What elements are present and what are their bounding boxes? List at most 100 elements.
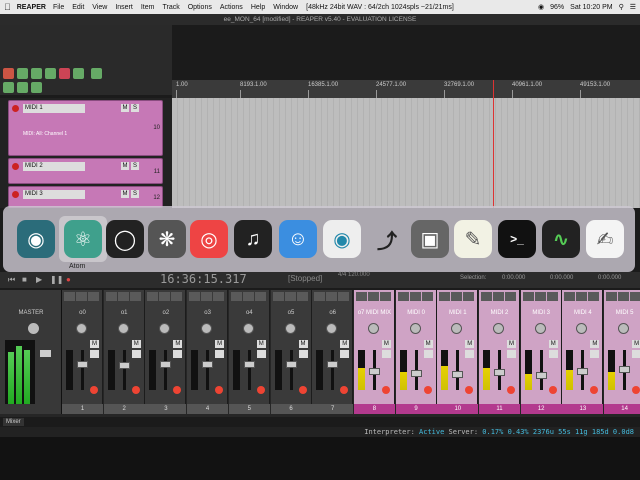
volume-fader[interactable]: [327, 361, 339, 369]
mixer-strip[interactable]: MIDI 0 M 9: [395, 290, 437, 414]
record-icon[interactable]: ●: [66, 275, 71, 284]
pan-knob[interactable]: [493, 323, 504, 334]
io-icon[interactable]: [588, 292, 600, 301]
piano-icon[interactable]: ♫: [234, 220, 272, 258]
volume-fader[interactable]: [243, 361, 255, 369]
solo-button[interactable]: [173, 350, 183, 358]
fx-icon[interactable]: [189, 292, 201, 301]
io-icon[interactable]: [505, 292, 516, 301]
selection-length[interactable]: 0:00.000: [598, 275, 621, 281]
new-icon[interactable]: [3, 68, 14, 79]
solo-button[interactable]: [131, 350, 141, 358]
textedit-icon[interactable]: ✍: [586, 220, 624, 258]
pan-knob[interactable]: [76, 323, 87, 334]
routing-icon[interactable]: [201, 292, 213, 301]
app-menu[interactable]: REAPER: [17, 4, 46, 11]
routing-buttons[interactable]: [522, 292, 558, 301]
record-arm-icon[interactable]: [173, 386, 182, 394]
routing-buttons[interactable]: [314, 292, 350, 301]
master-fader[interactable]: [40, 350, 51, 357]
routing-buttons[interactable]: [64, 292, 99, 301]
menubar-clock[interactable]: Sat 10:20 PM: [570, 4, 612, 11]
fx-icon[interactable]: [564, 292, 576, 301]
routing-icon[interactable]: [242, 292, 254, 301]
snap-icon[interactable]: [73, 68, 84, 79]
record-arm-icon[interactable]: [12, 163, 19, 170]
cable-icon[interactable]: ⤴: [368, 220, 406, 258]
reaper64-icon[interactable]: ◉: [323, 220, 361, 258]
volume-fader[interactable]: [160, 361, 172, 369]
mute-button[interactable]: M: [340, 340, 350, 348]
mixer-strip[interactable]: o7 MIDI MIX M 8: [353, 290, 395, 414]
io-icon[interactable]: [379, 292, 391, 301]
track-name[interactable]: MIDI 3: [23, 190, 85, 199]
tempo-display[interactable]: 4/4 120.000: [338, 272, 370, 278]
mixer-strip[interactable]: MIDI 3 M 12: [520, 290, 562, 414]
fx-icon[interactable]: [105, 292, 117, 301]
mute-button[interactable]: M: [507, 340, 516, 348]
arrange-view[interactable]: [172, 98, 640, 208]
track-name[interactable]: MIDI 2: [23, 162, 85, 171]
pan-knob[interactable]: [159, 323, 171, 334]
routing-buttons[interactable]: [355, 292, 391, 301]
menu-actions[interactable]: Actions: [220, 4, 243, 11]
routing-icon[interactable]: [534, 292, 546, 301]
menu-list-icon[interactable]: ☰: [630, 3, 636, 11]
pan-knob[interactable]: [451, 323, 463, 334]
menu-options[interactable]: Options: [188, 4, 212, 11]
reaper-icon[interactable]: ◉: [17, 220, 55, 258]
routing-icon[interactable]: [117, 292, 129, 301]
routing-buttons[interactable]: [272, 292, 308, 301]
mixer-strip[interactable]: MIDI 4 M 13: [562, 290, 604, 414]
menu-file[interactable]: File: [53, 4, 64, 11]
volume-fader[interactable]: [619, 366, 631, 373]
mixer-strip[interactable]: MIDI 2 M 11: [479, 290, 520, 414]
io-icon[interactable]: [171, 292, 183, 301]
track-name[interactable]: MIDI 1: [23, 104, 85, 113]
pan-knob[interactable]: [367, 323, 379, 334]
routing-icon[interactable]: [284, 292, 296, 301]
volume-fader[interactable]: [494, 369, 505, 377]
io-icon[interactable]: [254, 292, 266, 301]
pan-knob[interactable]: [284, 323, 296, 334]
lock-icon[interactable]: [17, 82, 28, 93]
routing-icon[interactable]: [76, 292, 87, 301]
io-icon[interactable]: [421, 292, 433, 301]
volume-fader[interactable]: [285, 361, 297, 369]
menu-insert[interactable]: Insert: [115, 4, 133, 11]
pause-icon[interactable]: ❚❚: [50, 275, 63, 284]
record-arm-icon[interactable]: [507, 386, 515, 394]
menu-window[interactable]: Window: [273, 4, 298, 11]
record-arm-icon[interactable]: [131, 386, 140, 394]
volume-fader[interactable]: [368, 368, 380, 375]
fx-icon[interactable]: [272, 292, 284, 301]
solo-button[interactable]: S: [131, 190, 139, 198]
routing-icon[interactable]: [493, 292, 504, 301]
mute-button[interactable]: M: [298, 340, 308, 348]
routing-buttons[interactable]: [481, 292, 516, 301]
rewind-icon[interactable]: ⏮: [8, 275, 15, 285]
undo-icon[interactable]: [45, 68, 56, 79]
record-arm-icon[interactable]: [90, 386, 98, 394]
apple-icon[interactable]: : [4, 2, 11, 12]
finder-icon[interactable]: ☺: [279, 220, 317, 258]
io-icon[interactable]: [630, 292, 640, 301]
solo-button[interactable]: [423, 350, 433, 358]
volume-fader[interactable]: [410, 370, 422, 377]
volume-fader[interactable]: [577, 368, 589, 375]
envelope-icon[interactable]: [31, 82, 42, 93]
track-midi-3[interactable]: MIDI 3 M S 12: [8, 186, 163, 208]
pan-knob[interactable]: [326, 323, 338, 334]
mute-button[interactable]: M: [590, 340, 600, 348]
routing-buttons[interactable]: [230, 292, 266, 301]
mixer-strip[interactable]: o1 M 2: [103, 290, 145, 414]
mute-button[interactable]: M: [548, 340, 558, 348]
menu-item[interactable]: Item: [141, 4, 155, 11]
stop-icon[interactable]: ■: [22, 275, 27, 284]
pan-knob[interactable]: [201, 323, 213, 334]
io-icon[interactable]: [296, 292, 308, 301]
fx-icon[interactable]: [355, 292, 367, 301]
wifi-icon[interactable]: ◉: [538, 3, 544, 11]
fx-icon[interactable]: [481, 292, 492, 301]
menu-track[interactable]: Track: [162, 4, 179, 11]
